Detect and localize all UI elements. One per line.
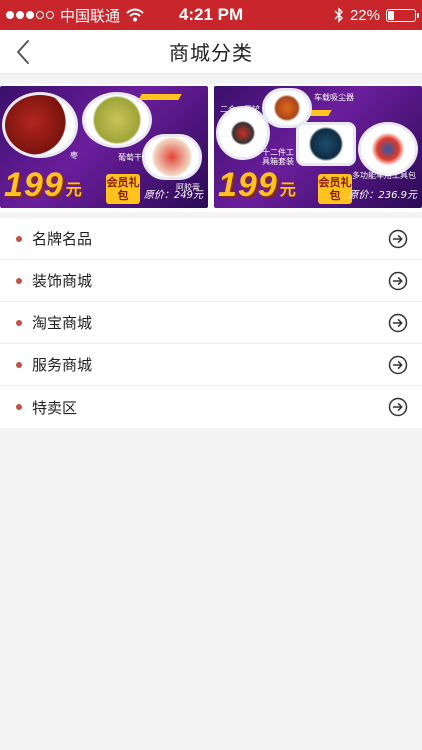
category-item-brand[interactable]: 名牌名品 xyxy=(0,218,422,260)
price-block: 199 元 xyxy=(218,168,296,202)
arrow-right-circle-icon xyxy=(388,397,408,417)
bullet-dot xyxy=(16,404,22,410)
tag-tool-bag: 多功能车用工具包 xyxy=(352,171,416,180)
arrow-right-circle-icon xyxy=(388,229,408,249)
donkey-gelatin-image xyxy=(142,134,202,180)
banner-car-tools-gift[interactable]: 二合一雪铲 车载吸尘器 十二件工具箱套装 多功能车用工具包 199 元 会员礼包… xyxy=(214,86,422,208)
category-item-service[interactable]: 服务商城 xyxy=(0,344,422,386)
toolbox-image xyxy=(296,122,356,166)
status-right: 22% xyxy=(334,0,419,30)
tag-car-vacuum: 车载吸尘器 xyxy=(314,93,354,102)
category-label: 特卖区 xyxy=(32,398,78,417)
status-bar: 中国联通 4:21 PM 22% xyxy=(0,0,422,30)
category-item-special-sale[interactable]: 特卖区 xyxy=(0,386,422,428)
battery-percent: 22% xyxy=(349,6,380,24)
jujube-image xyxy=(2,92,78,158)
arrow-right-circle-icon xyxy=(388,313,408,333)
category-label: 淘宝商城 xyxy=(32,314,93,332)
tool-bag-image xyxy=(358,122,418,176)
currency: 元 xyxy=(65,180,82,199)
tag-raisin: 葡萄干 xyxy=(118,153,142,162)
bullet-dot xyxy=(16,320,22,326)
battery-icon xyxy=(386,8,419,22)
price-block: 199 元 xyxy=(4,168,82,202)
page-title: 商城分类 xyxy=(169,41,253,65)
back-button[interactable] xyxy=(6,36,40,68)
banner-strip: 枣 葡萄干 阿胶膏 199 元 会员礼包 原价：249元 二合一雪铲 车载吸尘器… xyxy=(0,84,422,212)
bullet-dot xyxy=(16,278,22,284)
original-price: 原价：249元 xyxy=(143,190,203,201)
member-gift-badge: 会员礼包 xyxy=(106,174,140,204)
banner-snack-gift[interactable]: 枣 葡萄干 阿胶膏 199 元 会员礼包 原价：249元 xyxy=(0,86,208,208)
price: 199 xyxy=(4,166,64,204)
bluetooth-icon xyxy=(334,7,343,23)
bullet-dot xyxy=(16,236,22,242)
price: 199 xyxy=(218,166,278,204)
member-gift-badge: 会员礼包 xyxy=(318,174,352,204)
raisin-image xyxy=(82,92,152,148)
bullet-dot xyxy=(16,362,22,368)
tag-toolbox: 十二件工具箱套装 xyxy=(262,148,294,166)
category-item-decoration[interactable]: 装饰商城 xyxy=(0,260,422,302)
tag-snow-shovel: 二合一雪铲 xyxy=(220,105,260,114)
category-list: 名牌名品 装饰商城 淘宝商城 服务商城 特卖区 xyxy=(0,218,422,428)
nav-bar: 商城分类 xyxy=(0,30,422,74)
category-label: 名牌名品 xyxy=(32,230,93,248)
original-price: 原价：236.9元 xyxy=(348,190,417,201)
category-label: 装饰商城 xyxy=(32,272,93,290)
category-label: 服务商城 xyxy=(32,356,93,374)
currency: 元 xyxy=(279,180,296,199)
arrow-right-circle-icon xyxy=(388,355,408,375)
category-item-taobao[interactable]: 淘宝商城 xyxy=(0,302,422,344)
tag-jujube: 枣 xyxy=(70,151,78,160)
arrow-right-circle-icon xyxy=(388,271,408,291)
chevron-left-icon xyxy=(17,40,29,64)
